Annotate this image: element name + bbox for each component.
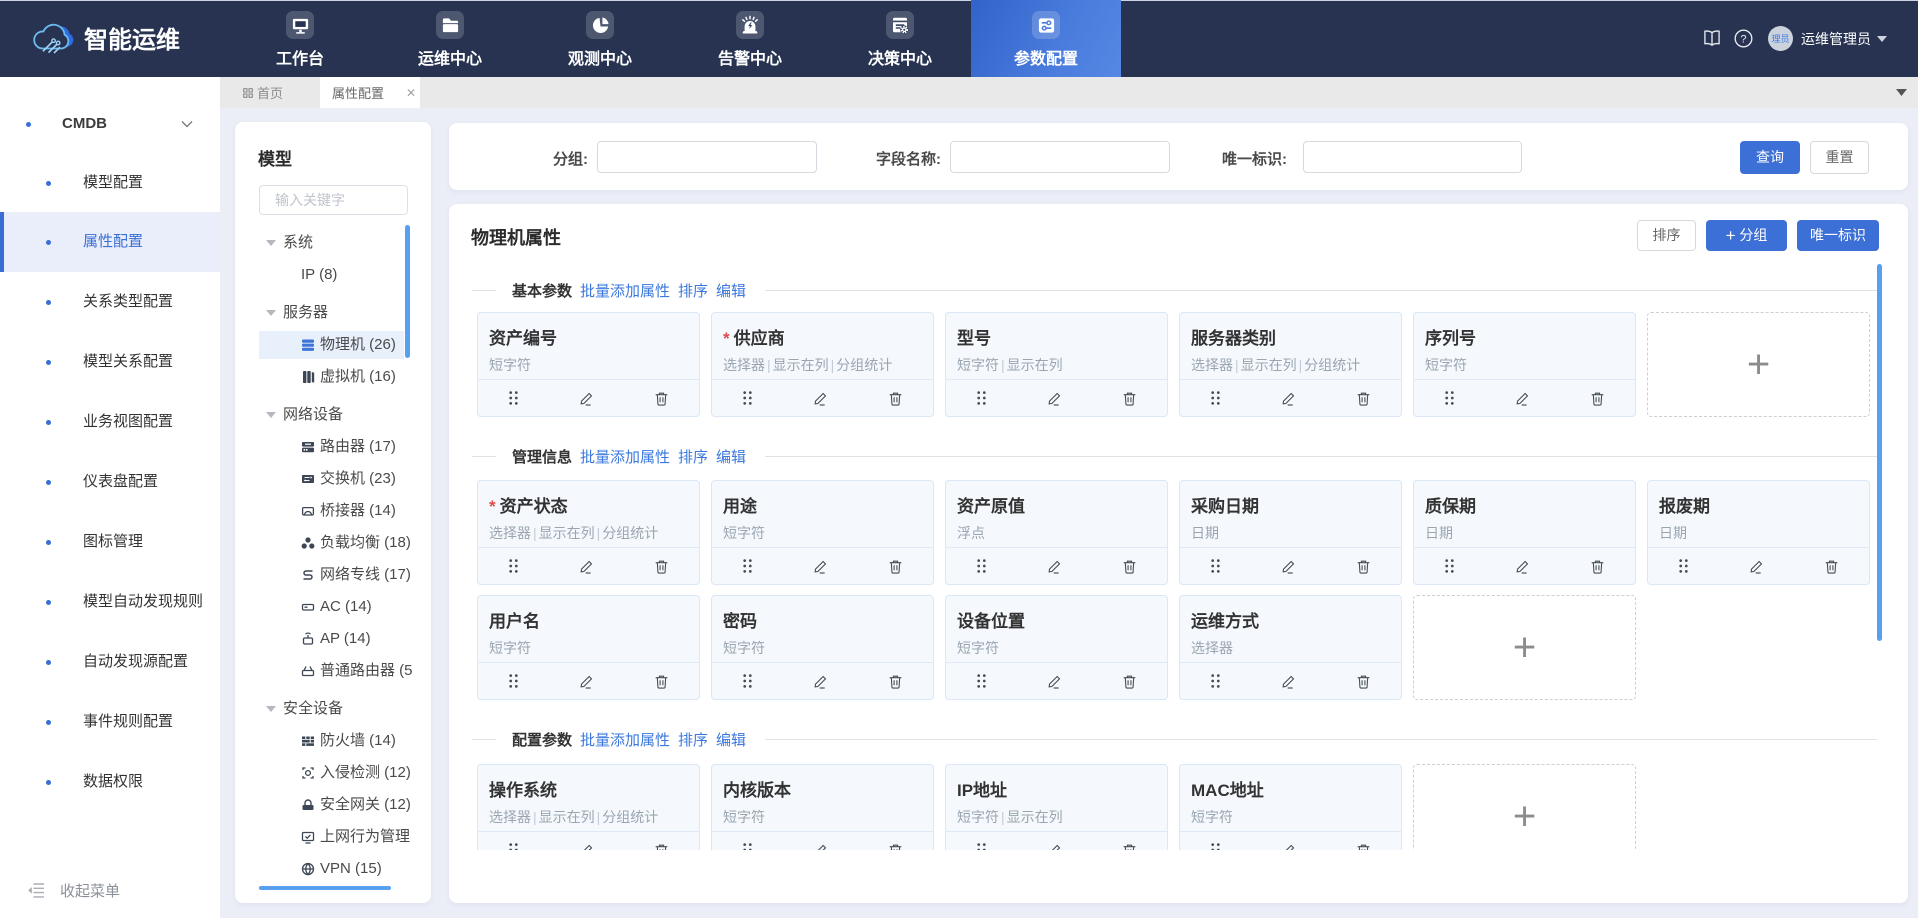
- svg-text:?: ?: [1740, 33, 1746, 45]
